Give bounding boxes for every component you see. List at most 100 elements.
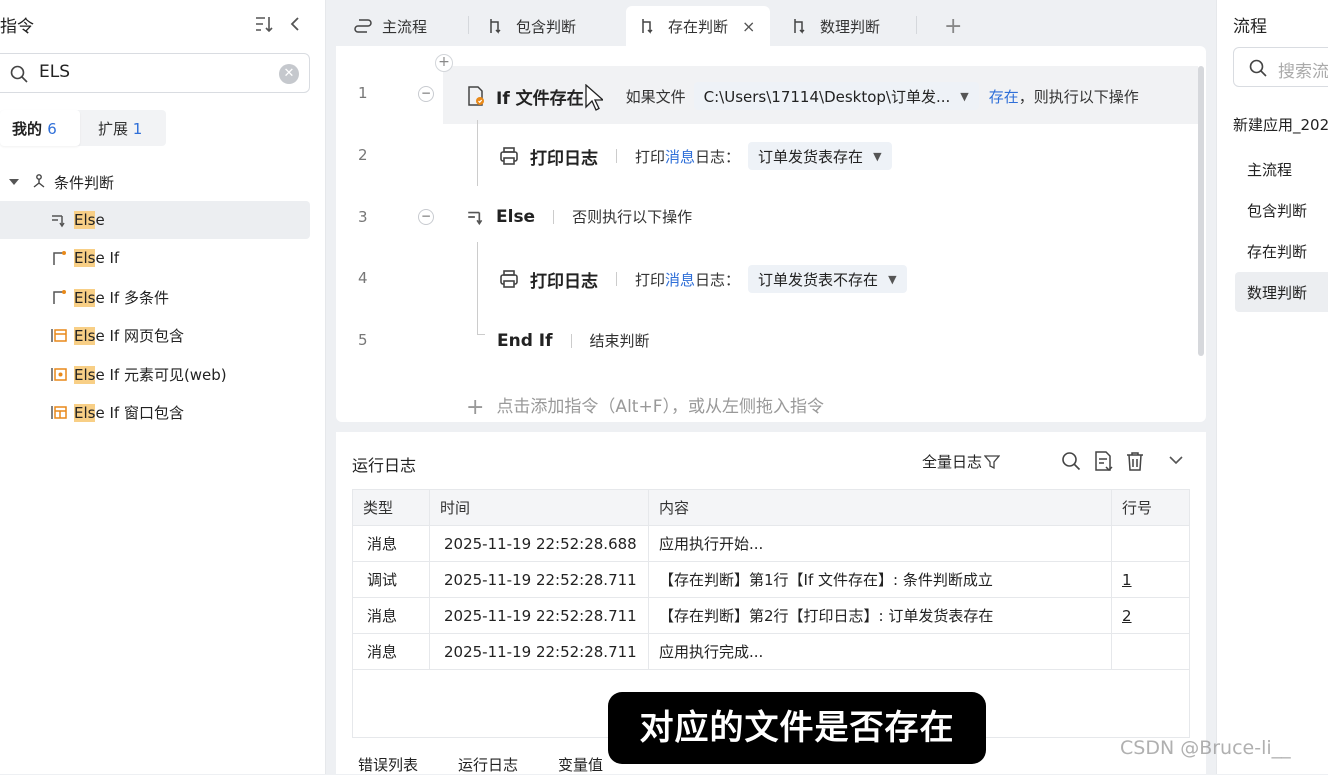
chevron-down-icon: ▼ [888,272,897,286]
log-line-link[interactable]: 2 [1122,607,1132,625]
tab-variables[interactable]: 变量值 [558,754,603,775]
export-log-icon[interactable] [1092,450,1114,472]
log-type: 消息 [352,633,430,670]
tab-math-check[interactable]: 数理判断 [792,6,880,46]
command-desc: 否则执行以下操作 [572,208,693,226]
tab-extensions-count: 1 [132,120,143,138]
file-check-icon [468,86,484,106]
tree-item-label: Else If 网页包含 [74,326,184,345]
tab-mine[interactable]: 我的 6 [0,110,80,146]
else-icon [468,211,483,225]
line-number: 4 [358,269,368,287]
log-type: 调试 [352,561,430,598]
tree-item-else-if-web-contains[interactable]: Else If 网页包含 [0,316,310,354]
tab-contains-check[interactable]: 包含判断 [488,6,576,46]
else-if-icon [53,251,66,265]
mouse-cursor-icon [585,84,603,111]
trash-icon[interactable] [1124,450,1146,472]
insert-above-button[interactable]: + [435,54,453,72]
condition-icon [794,19,805,34]
line-number: 3 [358,208,368,226]
command-desc: 打印消息日志： [635,147,741,166]
column-time[interactable]: 时间 [429,489,649,526]
sort-icon[interactable] [254,14,276,36]
table-row[interactable]: 调试 2025-11-19 22:52:28.711 【存在判断】第1行【If … [352,561,1190,598]
flow-item-main[interactable]: 主流程 [1235,149,1328,189]
collapse-log-icon[interactable] [1166,450,1188,472]
command-desc-suffix: ，则执行以下操作 [1018,87,1139,106]
else-icon [52,215,65,228]
tab-run-log[interactable]: 运行日志 [458,754,518,775]
else-if-multi-icon [53,290,66,304]
log-filter-dropdown[interactable]: 全量日志 [922,451,1001,472]
plus-icon: + [466,395,485,420]
log-type: 消息 [352,525,430,562]
command-panel-title: 指令 [0,17,34,37]
chevron-down-icon: ▼ [960,89,969,103]
flow-item-math[interactable]: 数理判断 [1235,272,1328,312]
flow-item-contains[interactable]: 包含判断 [1235,190,1328,230]
table-row[interactable]: 消息 2025-11-19 22:52:28.688 应用执行开始... [352,525,1190,562]
flow-panel: 流程 搜索流 新建应用_202 主流程 包含判断 存在判断 数理判断 [1216,0,1328,774]
new-tab-button[interactable]: + [944,6,962,46]
column-content[interactable]: 内容 [648,489,1112,526]
tree-item-label: Else [74,211,105,229]
command-else[interactable]: Else 否则执行以下操作 [466,206,692,227]
flow-search-placeholder: 搜索流 [1278,62,1328,82]
file-path-select[interactable]: C:\Users\17114\Desktop\订单发... ▼ [693,82,979,110]
expand-arrow-icon [9,179,19,185]
log-content: 应用执行完成... [648,633,1112,670]
close-tab-icon[interactable]: × [742,17,755,36]
tree-item-else-if[interactable]: Else If [0,239,310,277]
collapse-toggle[interactable]: − [418,209,434,225]
search-icon [9,64,29,84]
log-line [1111,525,1190,562]
editor-scrollbar[interactable] [1198,66,1204,356]
tree-item-else[interactable]: Else [0,201,310,239]
table-row[interactable]: 消息 2025-11-19 22:52:28.711 【存在判断】第2行【打印日… [352,597,1190,634]
log-line [1111,633,1190,670]
log-message-select[interactable]: 订单发货表不存在 ▼ [748,265,907,293]
condition-icon [490,19,501,34]
condition-icon [642,19,653,34]
table-row[interactable]: 消息 2025-11-19 22:52:28.711 应用执行完成... [352,633,1190,670]
column-type[interactable]: 类型 [352,489,430,526]
line-number: 1 [358,84,368,102]
tab-main-flow[interactable]: 主流程 [354,6,427,46]
command-search-field[interactable]: ELS ✕ [0,53,310,93]
flow-search-field[interactable]: 搜索流 [1233,47,1328,87]
column-line[interactable]: 行号 [1111,489,1190,526]
tab-error-list[interactable]: 错误列表 [358,754,418,775]
add-command-hint[interactable]: + 点击添加指令（Alt+F），或从左侧拖入指令 [466,392,824,420]
log-content: 【存在判断】第1行【If 文件存在】: 条件判断成立 [648,561,1112,598]
command-print-log[interactable]: 打印日志 打印消息日志： 订单发货表不存在 ▼ [498,265,907,293]
line-number: 2 [358,146,368,164]
tree-item-label: Else If [74,249,120,267]
tree-group-condition[interactable]: 条件判断 [8,170,114,194]
tab-extensions[interactable]: 扩展 1 [98,118,142,139]
filter-icon [984,454,1001,469]
log-message-select[interactable]: 订单发货表存在 ▼ [748,142,892,170]
command-print-log[interactable]: 打印日志 打印消息日志： 订单发货表存在 ▼ [498,142,892,170]
command-if-file-exists[interactable]: If 文件存在 如果文件 C:\Users\17114\Desktop\订单发.… [466,82,1139,110]
command-title: 打印日志 [530,148,598,169]
collapse-toggle[interactable]: − [418,86,434,102]
flow-item-exists[interactable]: 存在判断 [1235,231,1328,271]
tree-item-else-if-window-contains[interactable]: Else If 窗口包含 [0,393,310,431]
collapse-panel-icon[interactable] [286,14,308,36]
tab-exists-check[interactable]: 存在判断 × [626,6,770,46]
tree-item-else-if-element-visible[interactable]: Else If 元素可见(web) [0,355,310,393]
app-name[interactable]: 新建应用_202 [1233,114,1328,135]
element-visible-icon [51,368,67,381]
log-line-link[interactable]: 1 [1122,571,1132,589]
command-title: Else [496,206,536,227]
watermark: CSDN @Bruce-li__ [1120,737,1291,759]
search-input-value[interactable]: ELS [39,62,70,82]
search-log-icon[interactable] [1060,450,1082,472]
printer-icon [500,270,518,288]
command-end-if[interactable]: End If 结束判断 [497,330,650,351]
tree-item-else-if-multi[interactable]: Else If 多条件 [0,278,310,316]
branch-icon [33,174,45,188]
clear-search-icon[interactable]: ✕ [279,64,299,84]
exists-condition-link[interactable]: 存在 [989,86,1019,107]
